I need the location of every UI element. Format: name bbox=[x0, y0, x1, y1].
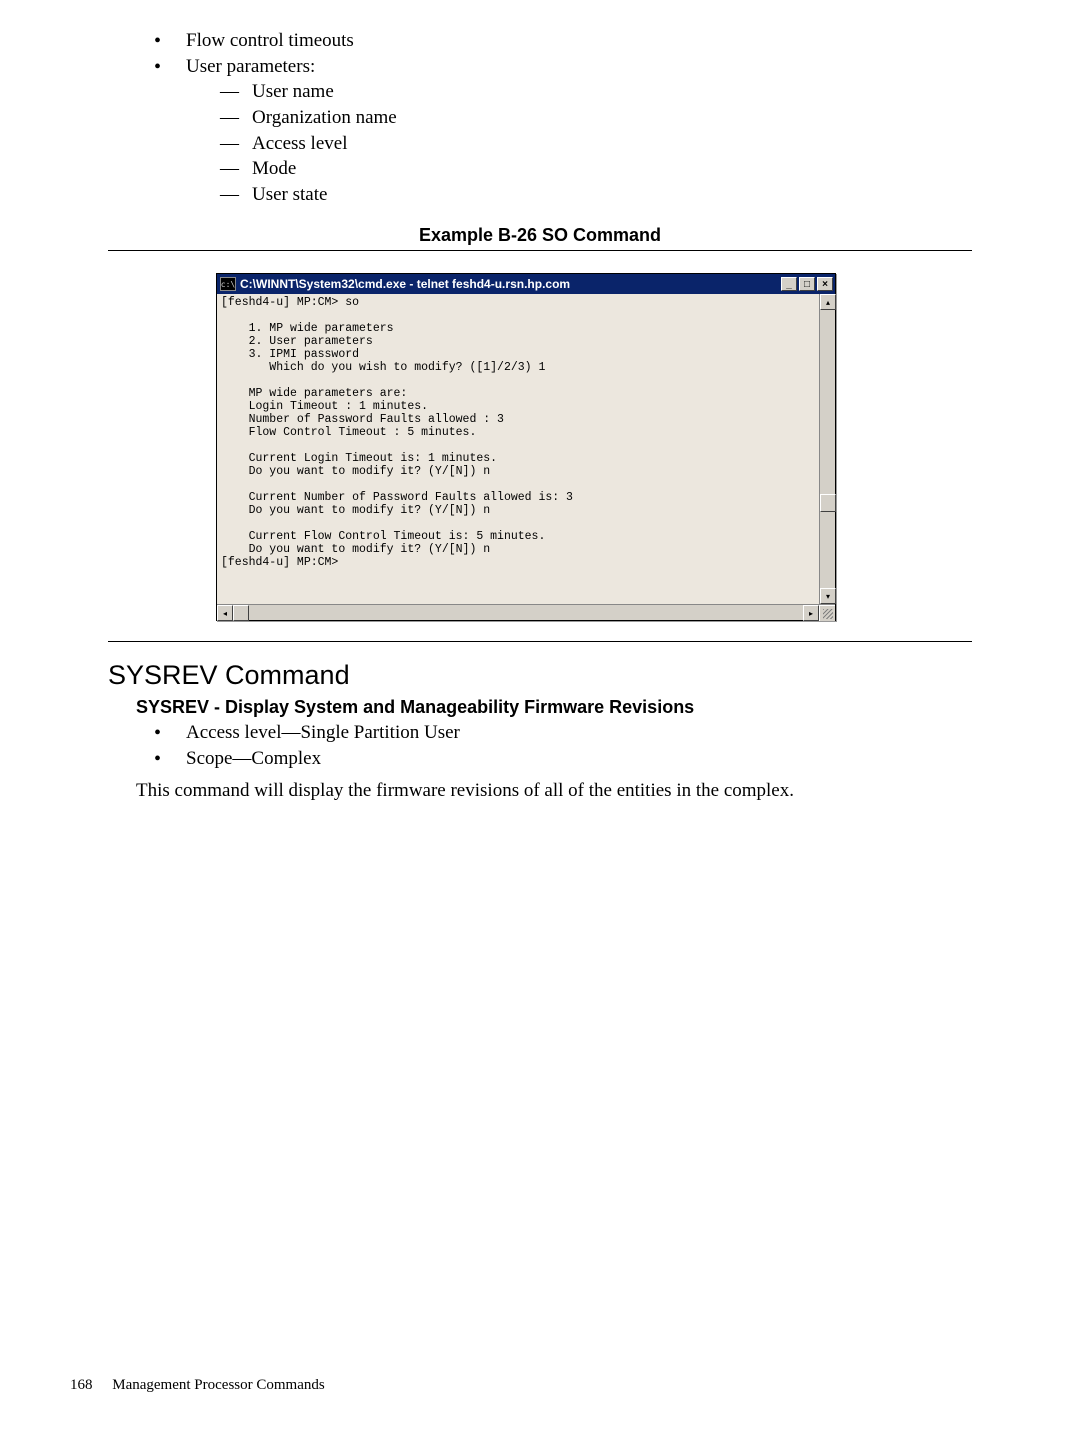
example-caption: Example B-26 SO Command bbox=[108, 225, 972, 246]
list-item-text: User parameters: bbox=[186, 56, 315, 77]
list-item: User state bbox=[220, 182, 972, 208]
list-item: Access level—Single Partition User bbox=[154, 720, 972, 746]
section-body: This command will display the firmware r… bbox=[136, 778, 972, 804]
terminal-output: [feshd4-u] MP:CM> so 1. MP wide paramete… bbox=[217, 294, 819, 604]
list-item: Organization name bbox=[220, 105, 972, 131]
list-item: Access level bbox=[220, 131, 972, 157]
top-bullet-list: Flow control timeouts User parameters: U… bbox=[108, 28, 972, 207]
vertical-scrollbar[interactable]: ▴ ▾ bbox=[819, 294, 835, 604]
close-button[interactable]: × bbox=[817, 277, 833, 291]
minimize-button[interactable]: _ bbox=[781, 277, 797, 291]
list-item: Flow control timeouts bbox=[154, 28, 972, 54]
list-item: User name bbox=[220, 79, 972, 105]
section-heading: SYSREV Command bbox=[108, 660, 972, 691]
titlebar: c:\ C:\WINNT\System32\cmd.exe - telnet f… bbox=[217, 274, 835, 294]
cmd-icon: c:\ bbox=[220, 277, 236, 291]
page-number: 168 bbox=[70, 1377, 93, 1393]
scroll-down-button[interactable]: ▾ bbox=[820, 588, 836, 604]
figure: c:\ C:\WINNT\System32\cmd.exe - telnet f… bbox=[108, 251, 972, 641]
scroll-up-button[interactable]: ▴ bbox=[820, 294, 836, 310]
list-item: User parameters: User name Organization … bbox=[154, 54, 972, 208]
scroll-thumb-h[interactable] bbox=[233, 605, 249, 621]
divider bbox=[108, 641, 972, 642]
sub-list: User name Organization name Access level… bbox=[186, 79, 972, 207]
resize-grip[interactable] bbox=[819, 605, 835, 621]
maximize-button[interactable]: □ bbox=[799, 277, 815, 291]
window-title: C:\WINNT\System32\cmd.exe - telnet feshd… bbox=[240, 277, 570, 291]
terminal-window: c:\ C:\WINNT\System32\cmd.exe - telnet f… bbox=[216, 273, 836, 621]
scroll-thumb[interactable] bbox=[820, 494, 836, 512]
window-buttons: _ □ × bbox=[781, 277, 833, 291]
list-item: Mode bbox=[220, 156, 972, 182]
section-subheading: SYSREV - Display System and Manageabilit… bbox=[136, 697, 972, 718]
scroll-right-button[interactable]: ▸ bbox=[803, 605, 819, 621]
footer-label: Management Processor Commands bbox=[112, 1377, 324, 1393]
horizontal-scrollbar[interactable]: ◂ ▸ bbox=[217, 605, 819, 620]
section-bullet-list: Access level—Single Partition User Scope… bbox=[108, 720, 972, 771]
scroll-left-button[interactable]: ◂ bbox=[217, 605, 233, 621]
list-item: Scope—Complex bbox=[154, 746, 972, 772]
page-footer: 168 Management Processor Commands bbox=[70, 1377, 325, 1394]
